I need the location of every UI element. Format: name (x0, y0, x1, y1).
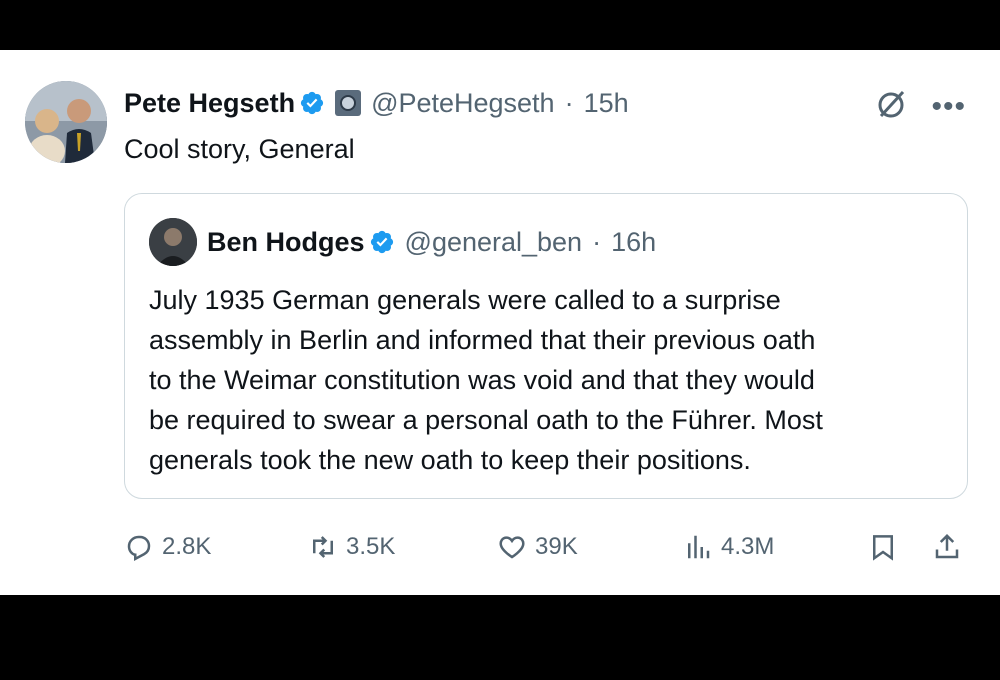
heart-icon (499, 536, 525, 559)
quoted-author-handle[interactable]: @general_ben (405, 227, 583, 258)
verified-badge-icon[interactable] (299, 90, 325, 116)
views-icon (688, 535, 710, 559)
more-icon[interactable]: ••• (931, 91, 966, 121)
grok-icon[interactable] (873, 86, 909, 127)
post-top-actions: ••• (873, 86, 966, 127)
views-button[interactable]: 4.3M (683, 522, 774, 572)
share-button[interactable] (932, 522, 962, 572)
tweet-card[interactable]: Pete Hegseth @PeteHegseth · 15h ••• Cool… (0, 50, 1000, 595)
engagement-bar: 2.8K 3.5K 39K 4.3M (0, 522, 1000, 572)
quoted-post-time[interactable]: 16h (611, 227, 656, 258)
quoted-text-line: assembly in Berlin and informed that the… (149, 325, 816, 355)
author-handle[interactable]: @PeteHegseth (371, 88, 555, 119)
bookmark-button[interactable] (868, 522, 898, 572)
quoted-author-name[interactable]: Ben Hodges (207, 227, 365, 258)
views-count: 4.3M (721, 533, 775, 560)
reply-count: 2.8K (162, 533, 212, 560)
quoted-post[interactable]: Ben Hodges @general_ben · 16h July 1935 … (124, 193, 968, 499)
quoted-author-line: Ben Hodges @general_ben · 16h (207, 225, 656, 259)
author-line: Pete Hegseth @PeteHegseth · 15h (124, 86, 629, 120)
like-count: 39K (535, 533, 578, 560)
author-avatar-image (25, 81, 107, 163)
share-icon (935, 533, 959, 559)
reply-button[interactable]: 2.8K (124, 522, 211, 572)
verified-badge-icon[interactable] (369, 229, 395, 255)
quoted-avatar-image (149, 218, 197, 266)
author-avatar[interactable] (25, 81, 107, 163)
repost-count: 3.5K (346, 533, 396, 560)
post-time[interactable]: 15h (584, 88, 629, 119)
repost-button[interactable]: 3.5K (308, 522, 395, 572)
like-button[interactable]: 39K (497, 522, 578, 572)
government-affiliation-icon[interactable] (335, 90, 362, 116)
quoted-text-line: be required to swear a personal oath to … (149, 405, 823, 435)
separator-dot: · (592, 226, 602, 257)
repost-icon (313, 536, 333, 558)
quoted-post-text: July 1935 German generals were called to… (149, 280, 949, 480)
quoted-text-line: July 1935 German generals were called to… (149, 285, 781, 315)
reply-icon (127, 535, 151, 561)
post-text: Cool story, General (124, 134, 355, 164)
quoted-text-line: to the Weimar constitution was void and … (149, 365, 815, 395)
author-name[interactable]: Pete Hegseth (124, 88, 295, 119)
quoted-author-avatar[interactable] (149, 218, 197, 266)
bookmark-icon (873, 535, 893, 561)
quoted-text-line: generals took the new oath to keep their… (149, 445, 751, 475)
separator-dot: · (564, 87, 574, 118)
